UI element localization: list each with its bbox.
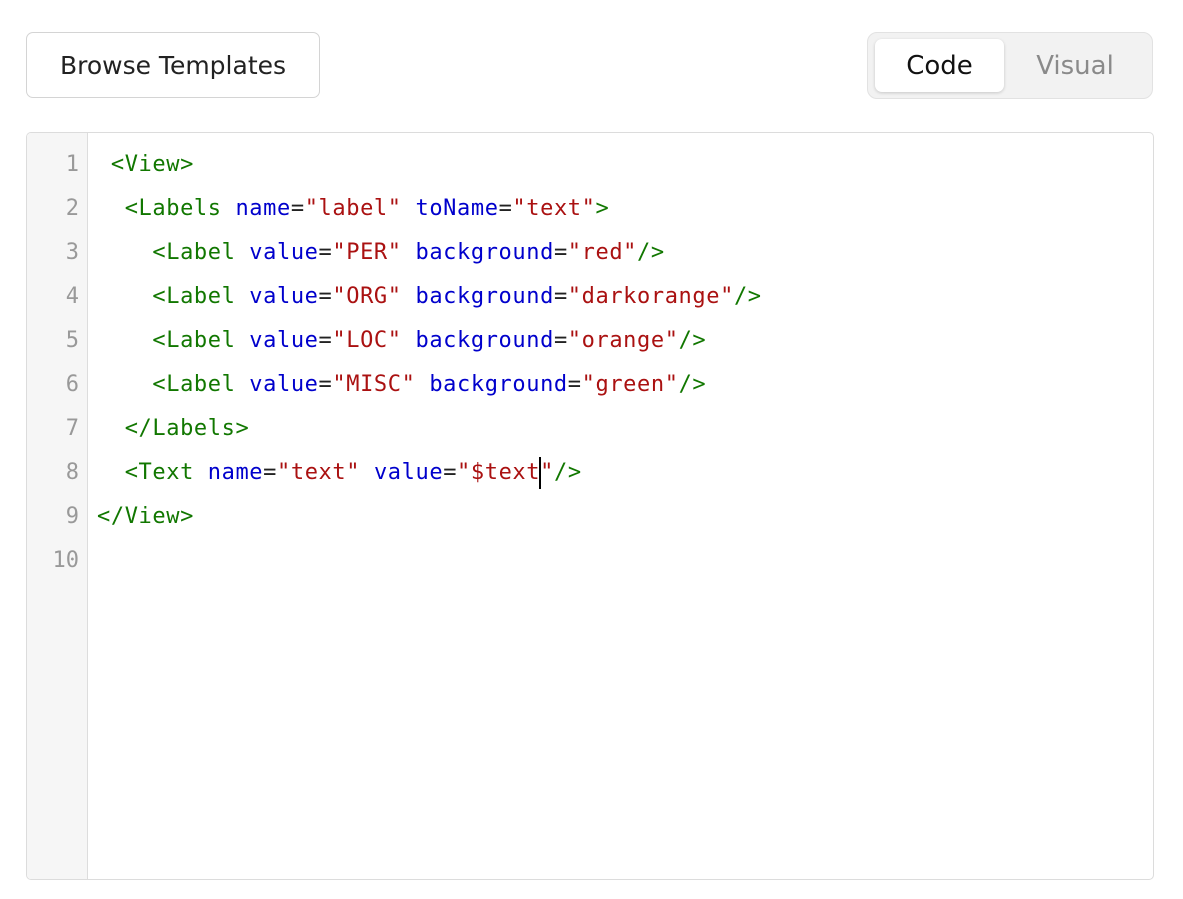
line-number: 7 (65, 416, 79, 441)
code-token: "ORG" (332, 284, 402, 309)
line-number: 2 (65, 196, 79, 221)
code-token: "green" (581, 372, 679, 397)
browse-templates-button[interactable]: Browse Templates (26, 32, 320, 98)
line-number: 9 (65, 504, 79, 529)
code-line: <Label value="ORG" background="darkorang… (97, 275, 762, 319)
code-token: <Label (97, 284, 250, 309)
code-token: "darkorange" (567, 284, 734, 309)
code-line: <Label value="LOC" background="orange"/> (97, 319, 706, 363)
code-line: </View> (97, 495, 194, 539)
code-token: "orange" (567, 328, 679, 353)
code-token: "PER" (332, 240, 402, 265)
code-token: <Text (97, 460, 208, 485)
code-line: <Labels name="label" toName="text"> (97, 187, 609, 231)
line-number: 8 (65, 460, 79, 485)
code-token: <Label (97, 240, 250, 265)
code-token: = (318, 372, 333, 397)
code-editor[interactable]: 1 2 3 4 5 6 7 8 9 10 <View> <Labels name="label" … (26, 132, 1154, 880)
code-line: <Label value="MISC" background="green"/> (97, 363, 706, 407)
line-number: 4 (65, 284, 79, 309)
code-token: value (373, 460, 444, 485)
code-token: = (318, 240, 333, 265)
code-token: name (235, 196, 291, 221)
code-token: = (553, 240, 568, 265)
line-number: 5 (65, 328, 79, 353)
code-token: name (207, 460, 264, 485)
code-token: > (595, 196, 610, 221)
code-token: value (249, 240, 319, 265)
code-token: = (290, 196, 305, 221)
code-token: <Labels (97, 196, 236, 221)
code-token: /> (637, 240, 665, 265)
code-token: = (318, 284, 333, 309)
line-number: 6 (65, 372, 79, 397)
line-number: 1 (65, 152, 79, 177)
code-token: /> (733, 284, 762, 309)
code-token: "MISC" (332, 372, 416, 397)
code-tab[interactable]: Code (875, 39, 1004, 92)
code-token: " (540, 460, 554, 485)
code-token: = (263, 460, 278, 485)
code-token: "text" (512, 196, 596, 221)
code-token: background (415, 284, 554, 309)
code-token: /> (678, 372, 707, 397)
code-token: "LOC" (332, 328, 402, 353)
code-line: <Label value="PER" background="red"/> (97, 231, 665, 275)
code-token: = (498, 196, 513, 221)
code-token: /> (678, 328, 707, 353)
code-token: <Label (97, 328, 250, 353)
code-token: <Label (97, 372, 250, 397)
code-token: </View> (97, 504, 194, 529)
code-token: </Labels> (97, 416, 250, 441)
view-mode-toggle: Code Visual (867, 32, 1153, 99)
code-line: </Labels> (97, 407, 249, 451)
code-token: = (443, 460, 458, 485)
code-token: /> (553, 460, 582, 485)
code-line: <Text name="text" value="$text"/> (97, 451, 582, 495)
code-token: "red" (567, 240, 638, 265)
code-token: "text" (277, 460, 361, 485)
code-token: value (249, 284, 319, 309)
code-token: background (415, 240, 554, 265)
code-token: = (553, 284, 568, 309)
code-line: <View> (97, 143, 194, 187)
code-token: value (249, 328, 319, 353)
code-token: value (249, 372, 319, 397)
code-token: "label" (304, 196, 402, 221)
line-number-gutter: 1 2 3 4 5 6 7 8 9 10 (27, 133, 88, 879)
code-token: background (429, 372, 568, 397)
line-number: 10 (52, 548, 80, 573)
code-token: background (415, 328, 554, 353)
code-token: = (553, 328, 568, 353)
visual-tab[interactable]: Visual (1008, 39, 1142, 92)
code-token: "$text (457, 460, 541, 485)
code-token: toName (415, 196, 499, 221)
line-number: 3 (65, 240, 79, 265)
code-token: <View> (97, 152, 194, 177)
code-content[interactable]: <View> <Labels name="label" toName="text… (97, 143, 1153, 879)
code-token: = (567, 372, 582, 397)
code-token: = (318, 328, 333, 353)
